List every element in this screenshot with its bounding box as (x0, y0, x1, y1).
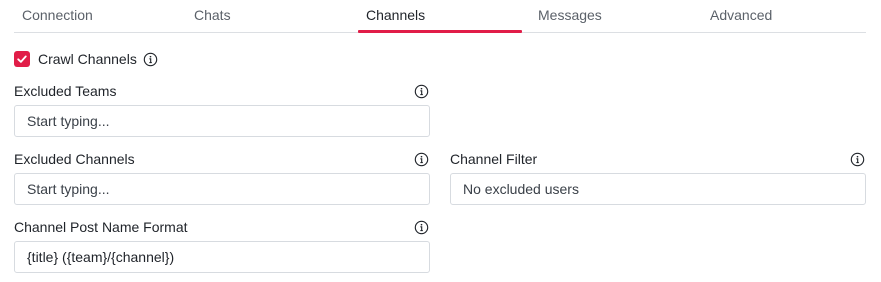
crawl-channels-row: Crawl Channels (14, 49, 158, 69)
excluded-teams-input[interactable]: Start typing... (14, 105, 430, 137)
channel-filter-label: Channel Filter (450, 151, 538, 167)
info-icon[interactable] (414, 152, 429, 167)
tab-advanced[interactable]: Advanced (710, 0, 772, 33)
crawl-channels-label: Crawl Channels (38, 51, 137, 67)
crawl-channels-checkbox[interactable] (14, 51, 30, 67)
info-icon[interactable] (414, 220, 429, 235)
tab-connection[interactable]: Connection (22, 0, 93, 33)
channel-post-name-format-field: Channel Post Name Format {title} ({team}… (14, 219, 430, 273)
channel-filter-field: Channel Filter No excluded users (450, 151, 866, 205)
settings-tabs: Connection Chats Channels Messages Advan… (14, 0, 866, 33)
tab-channels[interactable]: Channels (366, 0, 425, 33)
excluded-teams-label: Excluded Teams (14, 83, 117, 99)
excluded-channels-field: Excluded Channels Start typing... (14, 151, 430, 205)
info-icon[interactable] (143, 52, 158, 67)
excluded-teams-field: Excluded Teams Start typing... (14, 83, 430, 137)
excluded-channels-label: Excluded Channels (14, 151, 135, 167)
channel-post-name-format-input[interactable]: {title} ({team}/{channel}) (14, 241, 430, 273)
active-tab-indicator (358, 30, 522, 33)
channel-post-name-format-label: Channel Post Name Format (14, 219, 188, 235)
info-icon[interactable] (850, 152, 865, 167)
tab-chats[interactable]: Chats (194, 0, 231, 33)
tab-messages[interactable]: Messages (538, 0, 602, 33)
channels-settings-page: Connection Chats Channels Messages Advan… (0, 0, 881, 282)
excluded-channels-input[interactable]: Start typing... (14, 173, 430, 205)
checkmark-icon (17, 55, 27, 63)
info-icon[interactable] (414, 84, 429, 99)
channel-filter-input[interactable]: No excluded users (450, 173, 866, 205)
